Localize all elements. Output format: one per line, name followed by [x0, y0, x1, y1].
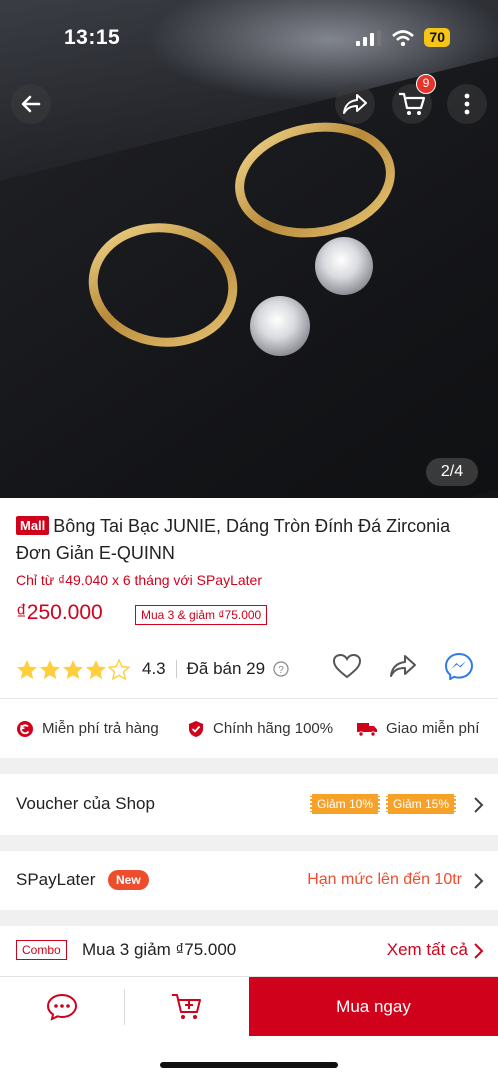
- free-return-label: Miễn phí trả hàng: [42, 720, 159, 737]
- spaylater-label: SPayLater: [16, 870, 96, 889]
- signal-icon: [356, 29, 382, 46]
- product-title: Mall Bông Tai Bạc JUNIE, Dáng Tròn Đính Đ…: [16, 513, 476, 567]
- combo-row[interactable]: Combo Mua 3 giảm ₫75.000 Xem tất cả: [0, 926, 498, 976]
- chat-icon: [46, 993, 78, 1021]
- bundle-discount-tag[interactable]: Mua 3 & giảm ₫75.000: [135, 605, 268, 625]
- home-indicator[interactable]: [160, 1062, 338, 1068]
- return-icon: [17, 720, 33, 737]
- star-empty-icon: [108, 658, 130, 680]
- chevron-right-icon: [474, 797, 484, 813]
- sold-count: Đã bán 29: [186, 659, 266, 678]
- star-rating: [16, 658, 130, 680]
- home-area: [0, 1036, 498, 1080]
- free-return-item[interactable]: Miễn phí trả hàng: [16, 720, 159, 738]
- installment-text[interactable]: Chỉ từ ₫49.040 x 6 tháng với SPayLater: [16, 572, 262, 588]
- assurance-strip[interactable]: Miễn phí trả hàng Chính hãng 100% Giao m…: [0, 699, 498, 758]
- wifi-icon: [392, 29, 415, 46]
- chevron-right-icon: [474, 873, 484, 889]
- authentic-label: Chính hãng 100%: [213, 720, 334, 737]
- free-shipping-label: Giao miễn phí: [386, 720, 480, 737]
- mall-badge: Mall: [16, 516, 50, 535]
- add-to-cart-icon: [172, 994, 201, 1019]
- combo-tag: Combo: [16, 940, 67, 960]
- messenger-icon[interactable]: [444, 652, 474, 680]
- rating-row: 4.3 Đã bán 29 ?: [16, 652, 482, 684]
- star-full-icon: [63, 659, 83, 679]
- chat-button[interactable]: [0, 977, 124, 1037]
- authentic-item[interactable]: Chính hãng 100%: [187, 720, 333, 738]
- status-bar: 13:15 70: [0, 0, 498, 74]
- chevron-right-icon: [474, 943, 484, 959]
- add-to-cart-button[interactable]: [125, 977, 249, 1037]
- rating-value: 4.3: [142, 659, 166, 678]
- help-icon[interactable]: ?: [273, 661, 289, 677]
- heart-icon[interactable]: [332, 653, 362, 679]
- share-icon: [343, 94, 367, 114]
- new-badge: New: [108, 870, 149, 890]
- star-full-icon: [86, 659, 106, 679]
- see-all-link[interactable]: Xem tất cả: [387, 940, 468, 960]
- product-image[interactable]: 13:15 70 9 2/4: [0, 0, 498, 498]
- cart-count-badge: 9: [416, 74, 436, 94]
- product-title-text: Bông Tai Bạc JUNIE, Dáng Tròn Đính Đá Zi…: [16, 516, 451, 563]
- buy-now-button[interactable]: Mua ngay: [249, 977, 498, 1037]
- spaylater-row[interactable]: SPayLater New Hạn mức lên đến 10tr: [0, 851, 498, 910]
- shop-voucher-row[interactable]: Voucher của Shop Giảm 10% Giảm 15%: [0, 774, 498, 835]
- battery-indicator: 70: [424, 28, 450, 47]
- shop-voucher-label: Voucher của Shop: [16, 794, 155, 813]
- voucher-chip: Giảm 15%: [386, 794, 457, 814]
- product-price: ₫250.000: [16, 601, 103, 624]
- star-full-icon: [40, 659, 60, 679]
- more-vertical-icon: [464, 93, 470, 115]
- cart-button[interactable]: 9: [392, 74, 436, 124]
- star-full-icon: [17, 659, 37, 679]
- status-time: 13:15: [64, 26, 121, 49]
- free-shipping-item[interactable]: Giao miễn phí: [356, 720, 479, 737]
- combo-text: Mua 3 giảm ₫75.000: [82, 940, 237, 959]
- back-button[interactable]: [11, 84, 51, 124]
- product-info: Mall Bông Tai Bạc JUNIE, Dáng Tròn Đính Đ…: [0, 498, 498, 699]
- credit-limit-text: Hạn mức lên đến 10tr: [307, 871, 462, 888]
- share-button[interactable]: [335, 84, 375, 124]
- divider: [175, 660, 177, 678]
- arrow-left-icon: [21, 95, 41, 113]
- more-options-button[interactable]: [447, 84, 487, 124]
- truck-icon: [357, 722, 377, 737]
- voucher-chip: Giảm 10%: [310, 794, 381, 814]
- bottom-action-bar: Mua ngay: [0, 976, 498, 1037]
- image-counter: 2/4: [426, 458, 478, 486]
- cart-icon: [399, 92, 426, 115]
- svg-text:?: ?: [278, 665, 284, 676]
- share-icon[interactable]: [388, 653, 418, 679]
- shield-check-icon: [189, 720, 203, 737]
